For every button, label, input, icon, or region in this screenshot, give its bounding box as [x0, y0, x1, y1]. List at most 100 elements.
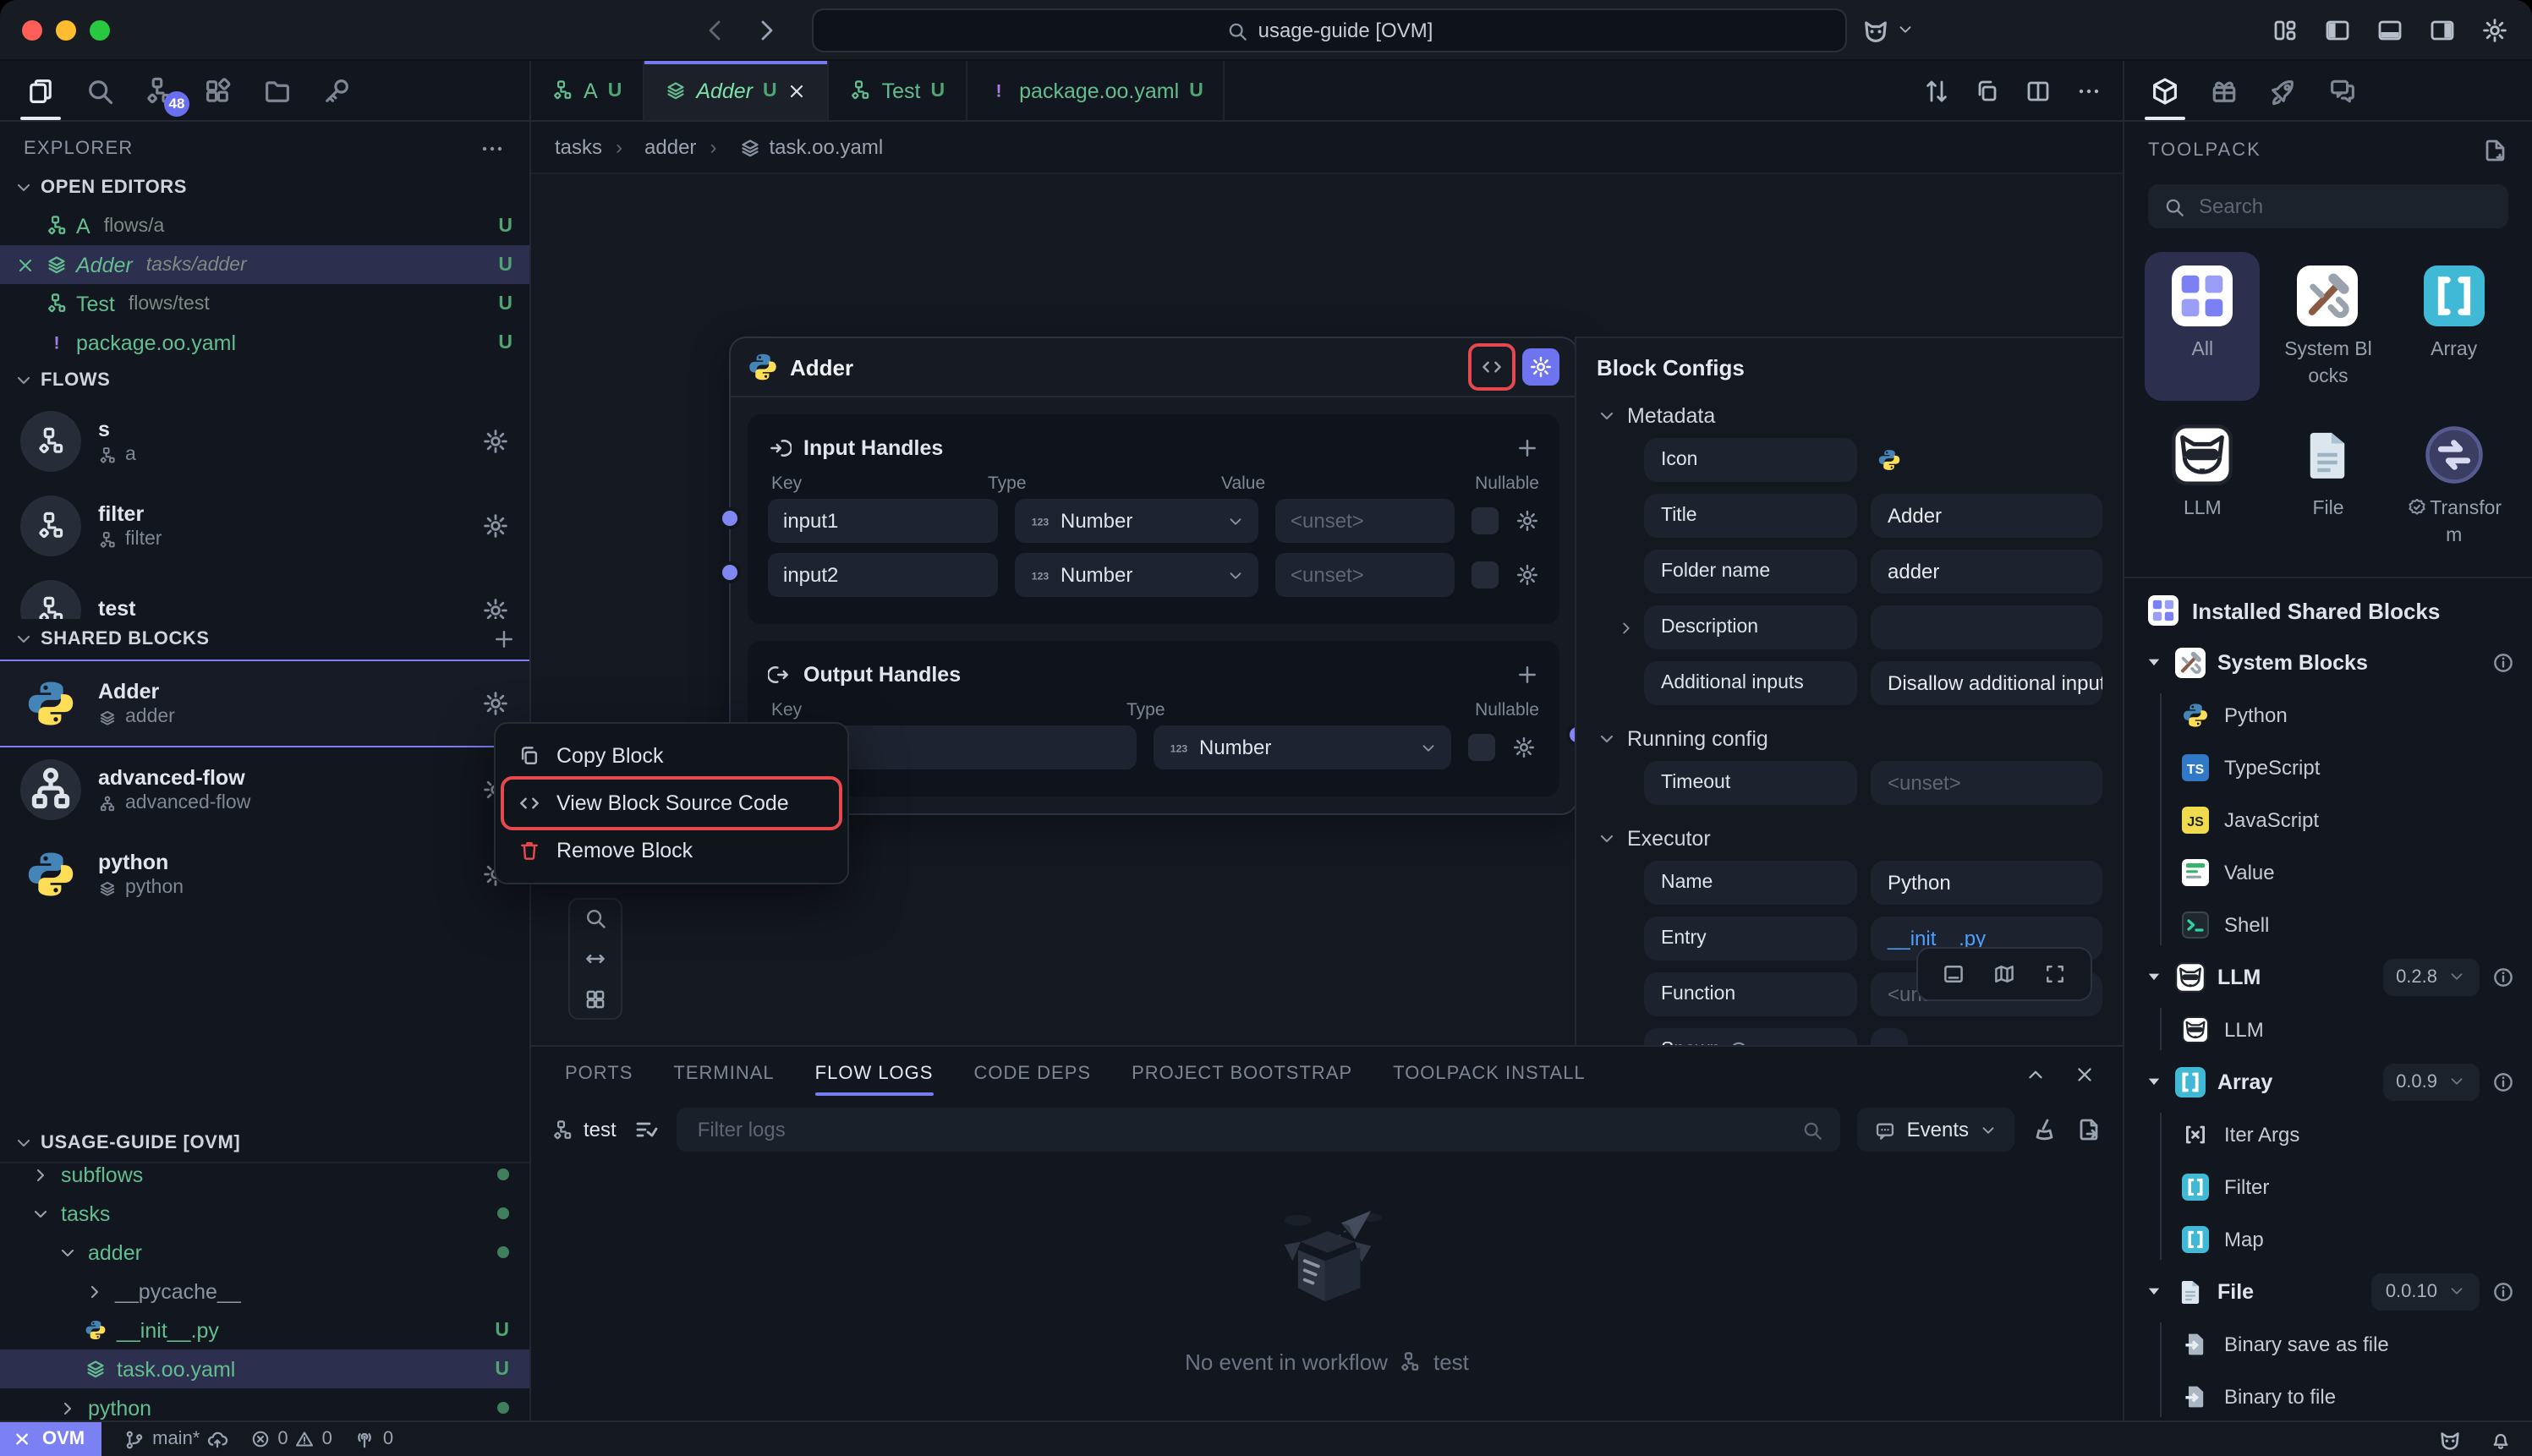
zoom-search-icon[interactable] [584, 906, 607, 930]
context-menu-item[interactable]: Remove Block [504, 827, 839, 874]
version-select[interactable]: 0.0.10 [2372, 1273, 2480, 1310]
tree-item[interactable]: __pycache__ [0, 1272, 529, 1311]
grid-icon[interactable] [584, 988, 607, 1011]
installed-group-header[interactable]: LLM 0.2.8 [2124, 950, 2532, 1003]
tree-item[interactable]: tasks [0, 1194, 529, 1233]
activity-source-control[interactable]: 48 [142, 62, 176, 119]
handle-type-select[interactable]: Number [1015, 553, 1258, 597]
activity-explorer[interactable] [24, 62, 58, 119]
gear-icon[interactable] [482, 690, 509, 717]
minimize-window-button[interactable] [56, 19, 76, 40]
info-icon[interactable] [2491, 1070, 2515, 1093]
close-panel-icon[interactable] [2074, 1063, 2096, 1085]
tree-item[interactable]: task.oo.yaml U [0, 1349, 529, 1388]
expand-panel-icon[interactable] [2025, 1063, 2047, 1085]
installed-block-item[interactable]: LLM [2182, 1003, 2532, 1055]
open-editor-item[interactable]: A flows/a U [0, 206, 529, 245]
version-select[interactable]: 0.0.9 [2382, 1063, 2480, 1100]
adder-node[interactable]: Adder Input Handles Key Type Value Nulla… [729, 337, 1578, 815]
panel-tab[interactable]: PORTS [565, 1047, 633, 1101]
toolpack-category-tile[interactable]: LLM [2145, 411, 2261, 560]
editor-tab[interactable]: package.oo.yaml U [967, 61, 1225, 120]
back-icon[interactable] [702, 16, 729, 43]
config-group-header[interactable]: Executor [1597, 817, 2102, 861]
assistant-cat-icon[interactable] [1861, 14, 1891, 45]
panel-tab[interactable]: TOOLPACK INSTALL [1393, 1047, 1586, 1101]
handle-settings-icon[interactable] [1512, 736, 1536, 759]
installed-block-item[interactable]: Python [2182, 688, 2532, 741]
installed-block-item[interactable]: Binary to file [2182, 1370, 2532, 1420]
log-level-filter-icon[interactable] [633, 1116, 660, 1143]
info-icon[interactable] [2491, 1279, 2515, 1303]
nullable-checkbox[interactable] [1472, 507, 1499, 534]
editor-tab[interactable]: Adder U [644, 61, 829, 120]
version-select[interactable]: 0.2.8 [2382, 958, 2480, 995]
toggle-right-panel-icon[interactable] [2429, 16, 2456, 43]
panel-tab[interactable]: FLOW LOGS [815, 1047, 934, 1101]
config-group-header[interactable]: Running config [1597, 717, 2102, 761]
launch-tab[interactable] [2266, 62, 2300, 119]
more-actions-icon[interactable] [2075, 77, 2102, 104]
breadcrumb-item[interactable]: task.oo.yaml [696, 135, 883, 159]
installed-group-header[interactable]: System Blocks [2124, 636, 2532, 688]
editor-tab[interactable]: Test U [830, 61, 967, 120]
installed-group-header[interactable]: File 0.0.10 [2124, 1265, 2532, 1317]
gear-icon[interactable] [482, 597, 509, 619]
toolpack-category-tile[interactable]: System Blocks [2271, 252, 2387, 401]
handle-value-field[interactable]: <unset> [1275, 553, 1455, 597]
add-toolpack-icon[interactable] [2481, 137, 2508, 164]
handle-settings-icon[interactable] [1515, 563, 1539, 587]
flow-card[interactable]: s a [0, 399, 529, 484]
activity-folder[interactable] [260, 62, 294, 119]
tree-item[interactable]: adder [0, 1233, 529, 1272]
breadcrumb-item[interactable]: adder [602, 135, 696, 159]
shared-block-card[interactable]: Adder adder [0, 660, 529, 747]
fullscreen-icon[interactable] [2043, 962, 2067, 986]
open-editors-header[interactable]: OPEN EDITORS [0, 169, 529, 206]
toolpack-category-tile[interactable]: File [2271, 411, 2387, 560]
fit-view-icon[interactable] [584, 947, 607, 971]
toolpack-tab[interactable] [2148, 62, 2182, 119]
gear-icon[interactable] [482, 428, 509, 455]
toolpack-search-input[interactable] [2195, 193, 2493, 220]
ovm-status-badge[interactable]: OVM [0, 1422, 101, 1456]
git-branch-status[interactable]: main* [123, 1428, 228, 1450]
panel-tab[interactable]: PROJECT BOOTSTRAP [1132, 1047, 1352, 1101]
settings-gear-icon[interactable] [2481, 16, 2508, 43]
config-value[interactable] [1871, 1028, 1908, 1045]
input2-handle-dot[interactable] [719, 561, 741, 583]
toggle-bottom-panel-icon[interactable] [2376, 16, 2403, 43]
toolpack-category-tile[interactable]: All [2145, 252, 2261, 401]
duplicate-icon[interactable] [1974, 77, 2001, 104]
node-settings-button[interactable] [1522, 348, 1559, 386]
tree-item[interactable]: __init__.py U [0, 1311, 529, 1349]
config-value[interactable]: adder [1871, 550, 2102, 594]
add-shared-block-icon[interactable] [492, 627, 516, 651]
installed-block-item[interactable]: Filter [2182, 1160, 2532, 1212]
info-icon[interactable] [2491, 650, 2515, 674]
workflow-selector[interactable]: test [551, 1118, 617, 1141]
toolpack-category-tile[interactable]: Transform [2396, 411, 2512, 560]
open-editor-item[interactable]: Adder tasks/adder U [0, 245, 529, 284]
handle-key-field[interactable]: input1 [768, 499, 998, 543]
maximize-window-button[interactable] [90, 19, 110, 40]
config-group-header[interactable]: Metadata [1597, 394, 2102, 438]
installed-block-item[interactable]: Binary save as file [2182, 1317, 2532, 1370]
ports-status[interactable]: 0 [354, 1428, 393, 1450]
editor-tab[interactable]: A U [531, 61, 644, 120]
workspace-header[interactable]: USAGE-GUIDE [OVM] [0, 1125, 529, 1162]
panel-bottom-icon[interactable] [1942, 962, 1965, 986]
close-tab-icon[interactable] [787, 80, 808, 101]
panel-tab[interactable]: CODE DEPS [973, 1047, 1091, 1101]
rewards-tab[interactable] [2207, 62, 2241, 119]
events-dropdown[interactable]: Events [1858, 1108, 2014, 1152]
context-menu-item[interactable]: Copy Block [504, 732, 839, 780]
config-value[interactable]: <unset> [1871, 761, 2102, 805]
config-value[interactable]: Disallow additional inputs [1871, 661, 2102, 705]
config-value[interactable] [1871, 605, 2102, 649]
shared-block-card[interactable]: python python [0, 832, 529, 917]
installed-block-item[interactable]: TypeScript [2182, 741, 2532, 793]
handle-settings-icon[interactable] [1515, 509, 1539, 533]
nullable-checkbox[interactable] [1468, 734, 1495, 761]
workspace-search[interactable]: usage-guide [OVM] [812, 8, 1847, 52]
